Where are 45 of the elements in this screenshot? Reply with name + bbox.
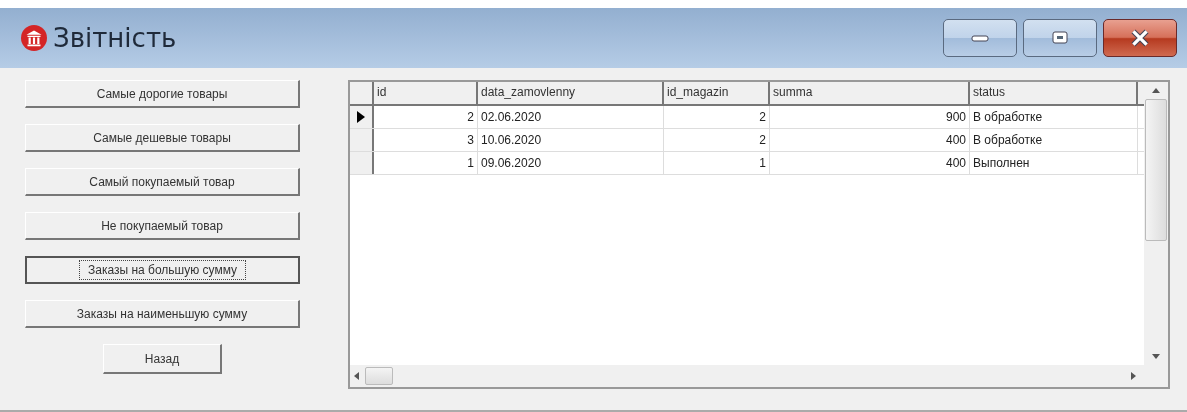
back-button[interactable]: Назад	[103, 344, 222, 374]
table-cell: 2	[664, 106, 770, 128]
bank-icon	[21, 25, 47, 51]
table-cell: 1	[374, 152, 478, 174]
close-icon	[1129, 29, 1151, 47]
scroll-down-icon[interactable]	[1152, 354, 1160, 359]
table-cell: В обработке	[970, 106, 1138, 128]
report-button[interactable]: Заказы на большую сумму	[25, 256, 300, 284]
table-cell: 09.06.2020	[478, 152, 664, 174]
close-button[interactable]	[1103, 19, 1177, 57]
column-header[interactable]: status	[970, 82, 1138, 104]
table-cell: 02.06.2020	[478, 106, 664, 128]
table-cell: 900	[770, 106, 970, 128]
vertical-scrollbar[interactable]	[1144, 82, 1168, 365]
scroll-up-icon[interactable]	[1152, 88, 1160, 93]
minimize-icon	[970, 33, 990, 43]
window-title: Звітність	[53, 23, 177, 53]
table-cell: 1	[664, 152, 770, 174]
report-button[interactable]: Не покупаемый товар	[25, 212, 300, 240]
table-cell: 2	[664, 129, 770, 151]
report-button[interactable]: Самые дешевые товары	[25, 124, 300, 152]
column-header[interactable]: id_magazin	[664, 82, 770, 104]
maximize-icon	[1050, 30, 1070, 46]
table-cell: 400	[770, 152, 970, 174]
table-cell: В обработке	[970, 129, 1138, 151]
column-header[interactable]: id	[374, 82, 478, 104]
table-cell: 10.06.2020	[478, 129, 664, 151]
row-pointer-icon	[357, 111, 365, 123]
report-button[interactable]: Заказы на наименьшую сумму	[25, 300, 300, 328]
scroll-thumb[interactable]	[1145, 99, 1167, 241]
column-header[interactable]: summa	[770, 82, 970, 104]
horizontal-scrollbar[interactable]	[350, 365, 1168, 387]
table-cell: 400	[770, 129, 970, 151]
minimize-button[interactable]	[943, 19, 1017, 57]
table-cell: Выполнен	[970, 152, 1138, 174]
column-header[interactable]: data_zamovlenny	[478, 82, 664, 104]
table-cell: 2	[374, 106, 478, 128]
report-button[interactable]: Самый покупаемый товар	[25, 168, 300, 196]
maximize-button[interactable]	[1023, 19, 1097, 57]
scroll-left-icon[interactable]	[354, 372, 359, 380]
row-selector[interactable]	[350, 106, 374, 128]
table-cell: 3	[374, 129, 478, 151]
scroll-thumb[interactable]	[365, 367, 393, 385]
report-button[interactable]: Самые дорогие товары	[25, 80, 300, 108]
scroll-right-icon[interactable]	[1131, 372, 1136, 380]
